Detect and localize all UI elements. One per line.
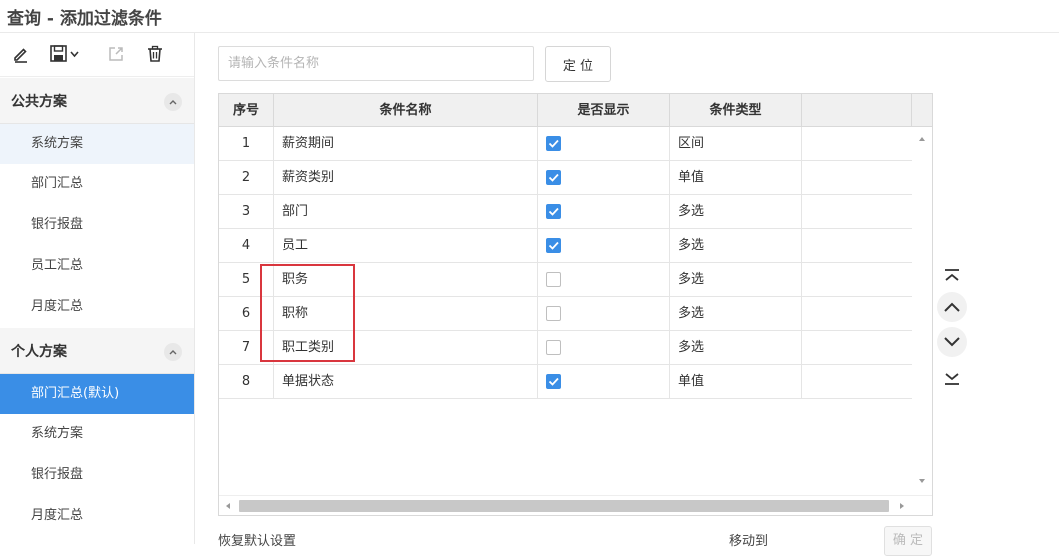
condition-type: 多选 <box>670 331 802 365</box>
show-checkbox[interactable] <box>546 340 561 355</box>
table-row[interactable]: 7 职工类别 多选 <box>219 331 912 365</box>
show-cell <box>538 263 670 297</box>
sidebar-item-monthly-summary[interactable]: 月度汇总 <box>0 287 194 327</box>
extra-cell <box>802 331 912 365</box>
personal-scheme-header[interactable]: 个人方案 <box>0 328 194 374</box>
col-header-extra <box>802 94 912 127</box>
sidebar-item-monthly-summary-personal[interactable]: 月度汇总 <box>0 496 194 536</box>
table-row[interactable]: 4 员工 多选 <box>219 229 912 263</box>
title-bar: 查询 - 添加过滤条件 <box>0 0 1059 33</box>
condition-name: 单据状态 <box>274 365 538 399</box>
move-to-label: 移动到 <box>729 534 769 549</box>
ok-button[interactable]: 确 定 <box>884 526 932 556</box>
sidebar-item-employee-summary[interactable]: 员工汇总 <box>0 246 194 286</box>
move-up-icon[interactable] <box>937 292 967 322</box>
sidebar-item-system-scheme[interactable]: 系统方案 <box>0 124 194 164</box>
public-scheme-title: 公共方案 <box>11 94 67 110</box>
show-checkbox[interactable] <box>546 374 561 389</box>
personal-scheme-title: 个人方案 <box>11 344 67 360</box>
condition-name: 部门 <box>274 195 538 229</box>
row-number: 6 <box>219 297 274 331</box>
condition-name: 薪资类别 <box>274 161 538 195</box>
show-checkbox[interactable] <box>546 272 561 287</box>
extra-cell <box>802 127 912 161</box>
sidebar-item-dept-summary[interactable]: 部门汇总 <box>0 164 194 204</box>
table-row[interactable]: 1 薪资期间 区间 <box>219 127 912 161</box>
col-header-name[interactable]: 条件名称 <box>274 94 538 127</box>
delete-icon[interactable] <box>144 43 166 65</box>
window-title: 查询 - 添加过滤条件 <box>7 9 162 29</box>
public-scheme-header[interactable]: 公共方案 <box>0 78 194 124</box>
sidebar-item-system-scheme-personal[interactable]: 系统方案 <box>0 414 194 454</box>
table-row[interactable]: 6 职称 多选 <box>219 297 912 331</box>
condition-type: 多选 <box>670 229 802 263</box>
export-icon[interactable] <box>105 43 127 65</box>
locate-button[interactable]: 定 位 <box>545 46 611 82</box>
sidebar-item-bank-report-personal[interactable]: 银行报盘 <box>0 455 194 495</box>
condition-type: 单值 <box>670 161 802 195</box>
show-checkbox[interactable] <box>546 306 561 321</box>
chevron-up-icon[interactable] <box>164 343 182 361</box>
table-row[interactable]: 3 部门 多选 <box>219 195 912 229</box>
condition-type: 单值 <box>670 365 802 399</box>
main-panel: 定 位 序号 条件名称 是否显示 条件类型 1薪资期间区间2薪资类别单值3部门多… <box>194 33 1059 556</box>
row-number: 1 <box>219 127 274 161</box>
extra-cell <box>802 297 912 331</box>
show-checkbox[interactable] <box>546 136 561 151</box>
grid-header: 序号 条件名称 是否显示 条件类型 <box>219 94 932 127</box>
row-number: 7 <box>219 331 274 365</box>
horizontal-scrollbar[interactable] <box>219 495 932 515</box>
col-header-type[interactable]: 条件类型 <box>670 94 802 127</box>
show-cell <box>538 127 670 161</box>
condition-type: 多选 <box>670 297 802 331</box>
search-input[interactable] <box>218 46 534 81</box>
extra-cell <box>802 161 912 195</box>
sidebar: 公共方案 系统方案 部门汇总 银行报盘 员工汇总 月度汇总 个人方案 部门汇总(… <box>0 33 194 544</box>
condition-type: 多选 <box>670 263 802 297</box>
edit-icon[interactable] <box>10 43 32 65</box>
row-number: 2 <box>219 161 274 195</box>
show-cell <box>538 195 670 229</box>
table-row[interactable]: 5 职务 多选 <box>219 263 912 297</box>
col-header-shown[interactable]: 是否显示 <box>538 94 670 127</box>
extra-cell <box>802 365 912 399</box>
condition-type: 区间 <box>670 127 802 161</box>
condition-name: 职工类别 <box>274 331 538 365</box>
show-cell <box>538 297 670 331</box>
vertical-scrollbar[interactable] <box>912 127 932 495</box>
table-row[interactable]: 8 单据状态 单值 <box>219 365 912 399</box>
horizontal-scrollbar-thumb[interactable] <box>239 500 889 512</box>
sidebar-item-bank-report[interactable]: 银行报盘 <box>0 205 194 245</box>
col-header-number[interactable]: 序号 <box>219 94 274 127</box>
chevron-up-icon[interactable] <box>164 93 182 111</box>
move-down-icon[interactable] <box>937 327 967 357</box>
extra-cell <box>802 195 912 229</box>
condition-name: 薪资期间 <box>274 127 538 161</box>
row-number: 3 <box>219 195 274 229</box>
show-cell <box>538 365 670 399</box>
move-to-top-icon[interactable] <box>937 261 967 291</box>
extra-cell <box>802 229 912 263</box>
move-to-bottom-icon[interactable] <box>937 363 967 393</box>
condition-grid: 序号 条件名称 是否显示 条件类型 1 薪资期间 区间 2 薪资类别 单值 3 部门 多选 4 员工… <box>218 93 933 516</box>
show-checkbox[interactable] <box>546 238 561 253</box>
show-cell <box>538 161 670 195</box>
show-checkbox[interactable] <box>546 170 561 185</box>
table-row[interactable]: 2 薪资类别 单值 <box>219 161 912 195</box>
extra-cell <box>802 263 912 297</box>
row-number: 8 <box>219 365 274 399</box>
save-dropdown-icon[interactable] <box>49 43 83 65</box>
show-cell <box>538 229 670 263</box>
sidebar-toolbar <box>0 33 194 77</box>
show-checkbox[interactable] <box>546 204 561 219</box>
row-number: 4 <box>219 229 274 263</box>
show-cell <box>538 331 670 365</box>
row-number: 5 <box>219 263 274 297</box>
restore-default-link[interactable]: 恢复默认设置 <box>218 530 296 549</box>
sidebar-item-dept-summary-default[interactable]: 部门汇总(默认) <box>0 374 194 414</box>
condition-name: 职称 <box>274 297 538 331</box>
condition-type: 多选 <box>670 195 802 229</box>
condition-name: 员工 <box>274 229 538 263</box>
condition-name: 职务 <box>274 263 538 297</box>
